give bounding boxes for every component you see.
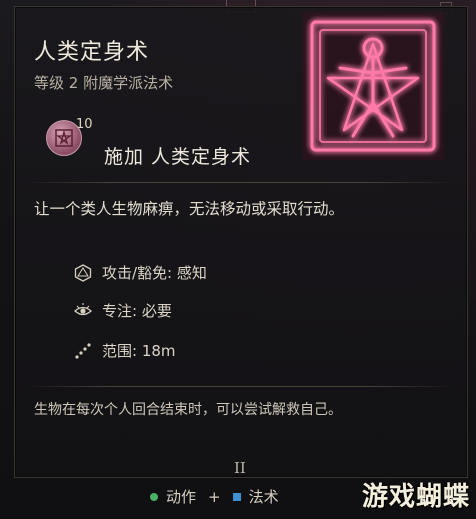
spell-description: 让一个类人生物麻痹，无法移动或采取行动。 xyxy=(34,200,345,218)
concentration-eye-icon xyxy=(74,302,92,315)
d20-icon xyxy=(74,263,92,282)
cost-footer: 动作 + 法术 xyxy=(150,486,279,507)
property-concentration: 专注: 必要 xyxy=(74,300,172,321)
watermark-logo: 游戏蝴蝶 xyxy=(361,482,470,512)
spell-slot-icon xyxy=(232,492,241,501)
property-range: 范围: 18m xyxy=(74,340,176,361)
spell-slot-label: 法术 xyxy=(248,488,279,506)
property-save: 攻击/豁免: 感知 xyxy=(74,262,207,283)
range-dots-icon xyxy=(75,342,91,359)
property-concentration-text: 专注: 必要 xyxy=(102,302,172,320)
divider xyxy=(24,182,454,183)
divider xyxy=(24,386,454,387)
property-save-text: 攻击/豁免: 感知 xyxy=(102,264,207,282)
hold-person-spell-icon xyxy=(302,12,444,160)
page-indicator[interactable]: II xyxy=(234,459,246,477)
plus-sign: + xyxy=(208,487,221,506)
spell-title: 人类定身术 xyxy=(34,40,150,65)
property-range-text: 范围: 18m xyxy=(102,342,176,360)
spell-note: 生物在每次个人回合结束时，可以尝试解救自己。 xyxy=(34,402,342,418)
star-figure-icon xyxy=(55,129,73,147)
cast-level-badge: 10 xyxy=(76,117,93,132)
action-resource-icon xyxy=(150,492,158,501)
spell-subtitle: 等级 2 附魔学派法术 xyxy=(34,74,174,92)
cast-action-label: 施加 人类定身术 xyxy=(104,146,252,168)
action-label: 动作 xyxy=(166,488,197,506)
